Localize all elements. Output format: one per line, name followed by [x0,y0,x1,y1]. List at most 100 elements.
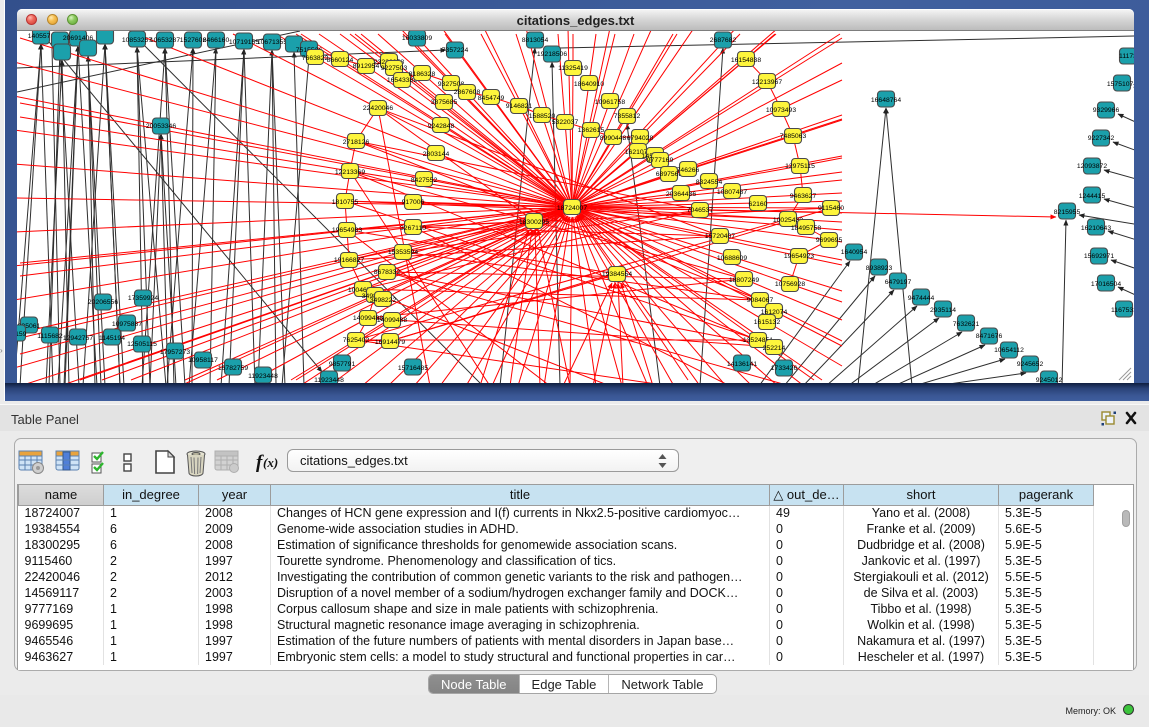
svg-text:18724007: 18724007 [557,205,587,212]
svg-text:7355812: 7355812 [614,113,641,120]
svg-text:19654923: 19654923 [784,253,814,260]
svg-text:8813054: 8813054 [522,37,549,44]
svg-text:17359924: 17359924 [128,295,158,302]
svg-text:11923448: 11923448 [248,373,278,380]
svg-text:16648764: 16648764 [871,97,901,104]
svg-text:18807249: 18807249 [729,277,759,284]
svg-text:16154838: 16154838 [731,57,761,64]
svg-text:14099488: 14099488 [377,317,407,324]
svg-text:6479197: 6479197 [885,279,912,286]
svg-text:9777169: 9777169 [647,157,674,164]
svg-text:18495758: 18495758 [791,225,821,232]
svg-text:19384554: 19384554 [602,271,632,278]
svg-text:12505115: 12505115 [127,341,157,348]
svg-text:12213369: 12213369 [335,169,365,176]
svg-text:252214: 252214 [763,345,786,352]
svg-text:1615132: 1615132 [754,319,781,326]
svg-text:10688609: 10688609 [717,255,747,262]
svg-text:16210643: 16210643 [1081,225,1111,232]
svg-text:9699695: 9699695 [816,237,843,244]
svg-text:10654112: 10654112 [994,347,1024,354]
svg-text:7663822: 7663822 [302,55,329,62]
svg-text:12942757: 12942757 [63,335,93,342]
svg-text:746266: 746266 [677,167,700,174]
svg-text:6466160: 6466160 [203,37,230,44]
svg-text:10958117: 10958117 [188,357,218,364]
svg-text:2935114: 2935114 [930,307,956,314]
svg-text:5322037: 5322037 [552,119,579,126]
svg-text:15751074: 15751074 [1107,81,1134,88]
svg-text:9857791: 9857791 [329,361,356,368]
svg-text:3498222: 3498222 [370,297,397,304]
svg-text:7485063: 7485063 [780,133,807,140]
svg-text:15692971: 15692971 [1084,253,1114,260]
svg-text:10807487: 10807487 [717,189,747,196]
svg-text:2718126: 2718126 [343,139,370,146]
svg-text:12093872: 12093872 [1077,163,1107,170]
svg-text:10719155: 10719155 [229,39,259,46]
svg-text:9245652: 9245652 [1017,361,1044,368]
svg-text:10853257: 10853257 [122,37,152,44]
svg-text:8990448: 8990448 [600,135,627,142]
svg-text:15716485: 15716485 [398,365,428,372]
svg-text:22420046: 22420046 [363,105,393,112]
svg-text:39159: 39159 [17,331,27,338]
svg-text:20206556: 20206556 [88,299,118,306]
svg-text:10756928: 10756928 [775,281,805,288]
svg-text:1810755: 1810755 [332,199,359,206]
svg-text:20364436: 20364436 [666,191,696,198]
svg-text:10653287: 10653287 [150,37,180,44]
svg-text:(x): (x) [263,455,278,470]
svg-text:17957273: 17957273 [160,349,190,356]
svg-text:1115682: 1115682 [37,333,63,340]
svg-text:16543382: 16543382 [387,77,417,84]
svg-text:10961758: 10961758 [595,99,625,106]
svg-text:1405571: 1405571 [28,33,55,40]
svg-text:18640910: 18640910 [574,81,604,88]
svg-text:1145194: 1145194 [99,335,125,342]
svg-text:8324554: 8324554 [696,179,723,186]
svg-text:20053346: 20053346 [146,123,176,130]
svg-text:15720407: 15720407 [705,233,735,240]
svg-text:1362615: 1362615 [578,127,605,134]
svg-text:3267110: 3267110 [400,225,426,232]
svg-text:917006: 917006 [402,199,425,206]
svg-text:19654983: 19654983 [332,227,362,234]
svg-text:8938923: 8938923 [866,265,893,272]
svg-text:1244415: 1244415 [1079,193,1106,200]
svg-text:11325419: 11325419 [558,65,588,72]
svg-text:8471676: 8471676 [976,333,1003,340]
svg-text:7046537: 7046537 [687,207,714,214]
svg-text:10975887: 10975887 [112,321,142,328]
svg-text:8215955: 8215955 [1054,209,1081,216]
svg-text:16914479: 16914479 [375,339,405,346]
svg-text:2687682: 2687682 [710,37,737,44]
svg-text:6794028: 6794028 [627,135,654,142]
svg-text:1640954: 1640954 [841,249,868,256]
svg-text:14136141: 14136141 [727,361,757,368]
svg-text:9227342: 9227342 [1088,135,1115,142]
svg-text:17016504: 17016504 [1091,281,1121,288]
svg-text:15353594: 15353594 [388,249,418,256]
svg-text:7632621: 7632621 [953,321,980,328]
svg-text:19166827: 19166827 [334,257,364,264]
svg-text:9329966: 9329966 [1093,107,1120,114]
svg-text:12975115: 12975115 [785,163,815,170]
svg-text:9242848: 9242848 [428,123,455,130]
svg-text:1733426: 1733426 [771,365,798,372]
svg-text:8454749: 8454749 [478,95,505,102]
svg-text:8427552: 8427552 [411,177,438,184]
svg-text:62160: 62160 [749,201,768,208]
svg-text:9474444: 9474444 [908,295,935,302]
svg-text:1167533: 1167533 [1111,307,1134,314]
svg-text:9146821: 9146821 [506,103,533,110]
svg-text:16033809: 16033809 [402,35,432,42]
svg-text:18300295: 18300295 [519,219,549,226]
svg-text:10671355: 10671355 [257,39,287,46]
svg-text:8660124: 8660124 [327,57,354,64]
svg-text:8186328: 8186328 [409,71,436,78]
svg-text:7625402: 7625402 [343,337,370,344]
svg-text:9227503: 9227503 [381,65,408,72]
svg-text:19218506: 19218506 [537,51,567,58]
svg-text:7357224: 7357224 [442,47,469,54]
